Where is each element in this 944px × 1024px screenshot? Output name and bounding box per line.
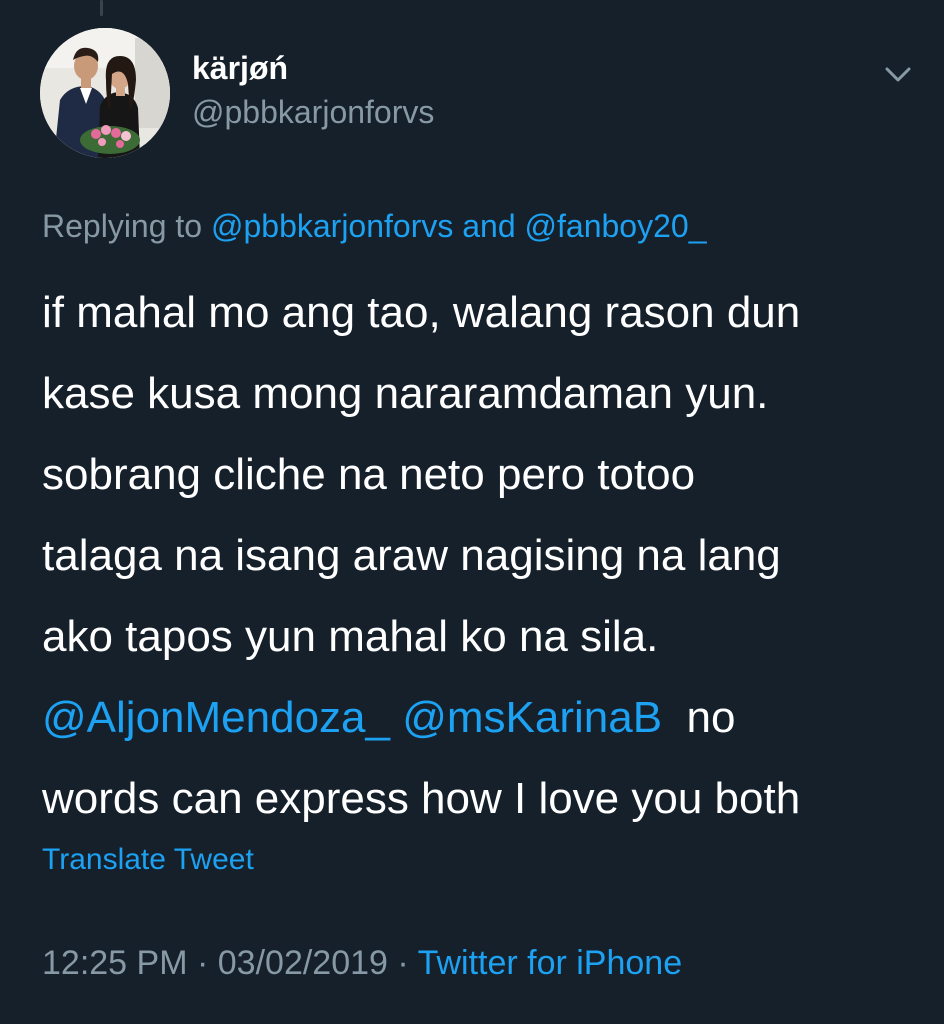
- avatar[interactable]: [40, 28, 170, 158]
- meta-separator: ·: [397, 944, 409, 982]
- tweet-time[interactable]: 12:25 PM: [42, 944, 188, 982]
- tweet-text-line: words can express how I love you both: [42, 774, 801, 823]
- tweet-mention-link[interactable]: @msKarinaB: [402, 693, 662, 742]
- reply-mention-link[interactable]: @fanboy20_: [525, 208, 707, 244]
- author-handle[interactable]: @pbbkarjonforvs: [192, 94, 434, 131]
- tweet-text: if mahal mo ang tao, walang rason dun ka…: [42, 272, 922, 839]
- tweet-text-line: kase kusa mong nararamdaman yun.: [42, 369, 769, 418]
- tweet-source-link[interactable]: Twitter for iPhone: [418, 944, 683, 982]
- avatar-photo: [40, 28, 170, 158]
- chevron-down-icon: [885, 67, 911, 82]
- tweet-text-line: ako tapos yun mahal ko na sila.: [42, 612, 659, 661]
- reply-mention-link[interactable]: @pbbkarjonforvs: [211, 208, 453, 244]
- translate-tweet-link[interactable]: Translate Tweet: [42, 843, 254, 877]
- thread-connector-line: [100, 0, 103, 16]
- tweet-text-fragment: no: [686, 693, 736, 742]
- tweet-date[interactable]: 03/02/2019: [218, 944, 388, 982]
- author-display-name[interactable]: kärjøń: [192, 50, 288, 87]
- tweet-text-line: if mahal mo ang tao, walang rason dun: [42, 288, 801, 337]
- tweet-text-line: @AljonMendoza_ @msKarinaB no: [42, 677, 922, 758]
- replying-to-label: Replying to: [42, 208, 203, 244]
- tweet-metadata: 12:25 PM · 03/02/2019 · Twitter for iPho…: [42, 944, 682, 983]
- tweet-text-line: talaga na isang araw nagising na lang: [42, 531, 781, 580]
- replying-to-line: Replying to @pbbkarjonforvs and @fanboy2…: [42, 208, 706, 245]
- meta-separator: ·: [196, 944, 209, 982]
- tweet-mention-link[interactable]: @AljonMendoza_: [42, 693, 390, 742]
- reply-conjunction[interactable]: and: [462, 208, 515, 244]
- tweet-menu-button[interactable]: [878, 60, 918, 90]
- tweet-text-line: sobrang cliche na neto pero totoo: [42, 450, 696, 499]
